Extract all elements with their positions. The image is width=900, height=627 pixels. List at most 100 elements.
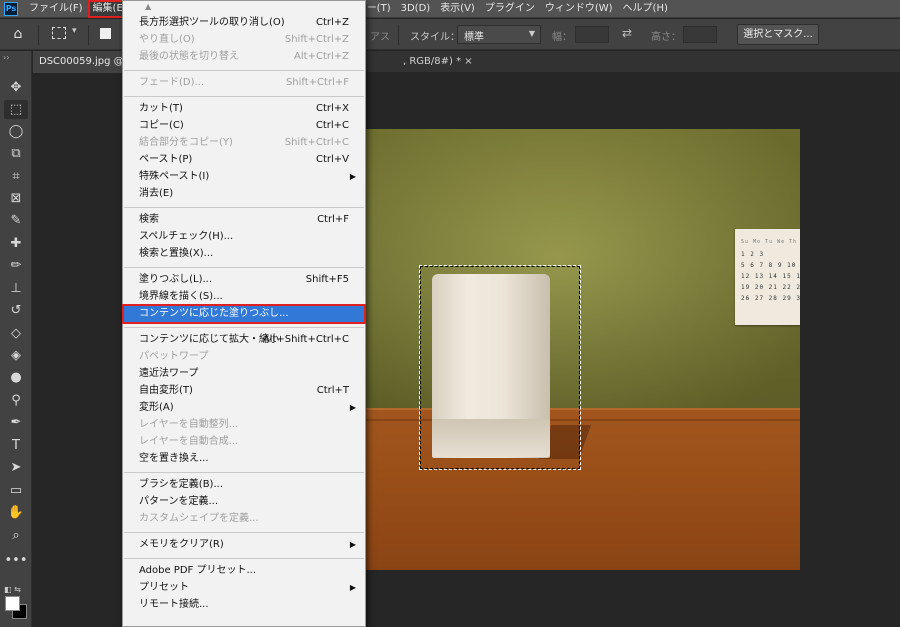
menu-item[interactable]: 空を置き換え... — [124, 451, 364, 467]
new-selection-icon[interactable] — [100, 28, 111, 39]
menu-item[interactable]: 消去(E) — [124, 186, 364, 202]
menu-item[interactable]: Adobe PDF プリセット... — [124, 563, 364, 579]
type-tool-icon[interactable]: T — [4, 436, 28, 455]
chevron-down-icon: ▼ — [528, 29, 535, 38]
menu-item[interactable]: 変形(A) ▶ — [124, 400, 364, 416]
blur-tool-icon[interactable]: ● — [4, 368, 28, 387]
dodge-tool-icon[interactable]: ⚲ — [4, 391, 28, 410]
menu-plugins[interactable]: プラグイン — [480, 0, 540, 18]
menu-item[interactable]: ペースト(P) Ctrl+V — [124, 152, 364, 168]
menu-item-shortcut: Shift+Ctrl+C — [284, 137, 349, 148]
menu-item: パペットワープ — [124, 349, 364, 365]
home-icon[interactable]: ⌂ — [8, 25, 28, 43]
menu-help[interactable]: ヘルプ(H) — [618, 0, 673, 18]
menu-item-shortcut: Shift+Ctrl+Z — [284, 34, 349, 45]
crop-tool-icon[interactable]: ⌗ — [4, 167, 28, 186]
calendar-row: 12 13 14 15 16 17 — [741, 273, 800, 280]
menu-item-label: 結合部分をコピー(Y) — [139, 137, 233, 148]
healing-brush-tool-icon[interactable]: ✚ — [4, 234, 28, 253]
rectangular-marquee-tool-icon[interactable]: ⬚ — [4, 100, 28, 119]
marquee-preset-icon[interactable] — [52, 27, 66, 39]
calendar-row: 5 6 7 8 9 10 — [741, 262, 797, 269]
menu-item[interactable]: プリセット ▶ — [124, 580, 364, 596]
menu-item-label: コンテンツに応じて拡大・縮小 — [139, 334, 279, 345]
menu-item: 最後の状態を切り替え Alt+Ctrl+Z — [124, 49, 364, 65]
rectangle-tool-icon[interactable]: ▭ — [4, 481, 28, 500]
edit-menu-dropdown: ▲ 長方形選択ツールの取り消し(O) Ctrl+Z やり直し(O) Shift+Ctr… — [122, 0, 366, 627]
menu-item-label: フェード(D)... — [139, 77, 205, 88]
menu-item[interactable]: 自由変形(T) Ctrl+T — [124, 383, 364, 399]
history-brush-tool-icon[interactable]: ↺ — [4, 301, 28, 320]
eyedropper-tool-icon[interactable]: ✎ — [4, 211, 28, 230]
move-tool-icon[interactable]: ✥ — [4, 78, 28, 97]
document-tab[interactable]: DSC00059.jpg @ — [33, 51, 123, 73]
menu-item[interactable]: コンテンツに応じた塗りつぶし... — [122, 304, 366, 324]
frame-tool-icon[interactable]: ⊠ — [4, 189, 28, 208]
swap-colors-icon[interactable]: ◧ ⇆ — [4, 585, 21, 594]
menu-item[interactable]: パターンを定義... — [124, 494, 364, 510]
foreground-color-swatch[interactable] — [5, 596, 20, 611]
menu-item[interactable]: 検索 Ctrl+F — [124, 212, 364, 228]
menu-item-label: 自由変形(T) — [139, 385, 193, 396]
zoom-tool-icon[interactable]: ⌕ — [4, 526, 28, 545]
menu-item-label: 特殊ペースト(I) — [139, 171, 210, 182]
wall-calendar: Su Mo Tu We Th Fr Sa 1 2 3 5 6 7 8 9 10 … — [735, 229, 800, 325]
menu-separator — [124, 70, 364, 71]
submenu-arrow-icon: ▶ — [349, 172, 356, 181]
menu-item[interactable]: カット(T) Ctrl+X — [124, 101, 364, 117]
menu-item-label: カット(T) — [139, 103, 183, 114]
menu-item-shortcut: Ctrl+X — [315, 103, 349, 114]
calendar-row: 26 27 28 29 30 31 — [741, 295, 800, 302]
height-input[interactable] — [683, 26, 717, 43]
menu-3d[interactable]: 3D(D) — [396, 0, 436, 18]
menu-item[interactable]: 遠近法ワープ — [124, 366, 364, 382]
document-image[interactable]: Su Mo Tu We Th Fr Sa 1 2 3 5 6 7 8 9 10 … — [360, 129, 800, 570]
lasso-tool-icon[interactable]: ◯ — [4, 122, 28, 141]
divider — [38, 25, 39, 45]
hand-tool-icon[interactable]: ✋ — [4, 503, 28, 522]
chevron-down-icon[interactable]: ▾ — [72, 26, 77, 36]
menu-item[interactable]: ブラシを定義(B)... — [124, 477, 364, 493]
submenu-arrow-icon: ▶ — [349, 583, 356, 592]
menu-view[interactable]: 表示(V) — [435, 0, 480, 18]
menu-item-shortcut: Ctrl+V — [315, 154, 349, 165]
menu-window[interactable]: ウィンドウ(W) — [540, 0, 618, 18]
menu-file[interactable]: ファイル(F) — [24, 0, 88, 18]
menu-item-label: 消去(E) — [139, 188, 174, 199]
paint-bucket-tool-icon[interactable]: ◈ — [4, 346, 28, 365]
brush-tool-icon[interactable]: ✏ — [4, 256, 28, 275]
style-select[interactable]: 標準 ▼ — [457, 25, 541, 44]
menu-item-label: メモリをクリア(R) — [139, 539, 224, 550]
menu-item[interactable]: リモート接続... — [124, 597, 364, 613]
menu-item-label: 検索 — [139, 214, 159, 225]
clone-stamp-tool-icon[interactable]: ⊥ — [4, 279, 28, 298]
swap-icon[interactable]: ⇄ — [622, 26, 632, 40]
menu-item[interactable]: 境界線を描く(S)... — [124, 289, 364, 305]
menu-item-label: 塗りつぶし(L)... — [139, 274, 213, 285]
menu-item[interactable]: 塗りつぶし(L)... Shift+F5 — [124, 272, 364, 288]
menu-item[interactable]: 長方形選択ツールの取り消し(O) Ctrl+Z — [124, 15, 364, 31]
scroll-up-icon[interactable]: ▲ — [145, 2, 151, 11]
width-input[interactable] — [575, 26, 609, 43]
menu-item[interactable]: コピー(C) Ctrl+C — [124, 118, 364, 134]
menu-item[interactable]: スペルチェック(H)... — [124, 229, 364, 245]
menu-item[interactable]: 検索と置換(X)... — [124, 246, 364, 262]
menu-item[interactable]: メモリをクリア(R) ▶ — [124, 537, 364, 553]
select-and-mask-button[interactable]: 選択とマスク... — [737, 24, 819, 45]
path-selection-tool-icon[interactable]: ➤ — [4, 458, 28, 477]
menu-item-shortcut: Alt+Ctrl+Z — [294, 51, 349, 62]
menu-item-label: 検索と置換(X)... — [139, 248, 214, 259]
marquee-selection[interactable] — [419, 265, 581, 470]
menu-type[interactable]: ー(T) — [362, 0, 396, 18]
panel-grip-icon[interactable]: ›› — [3, 53, 9, 62]
menu-item-shortcut: Ctrl+C — [315, 120, 349, 131]
more-tools-icon[interactable]: ••• — [4, 551, 28, 570]
object-selection-tool-icon[interactable]: ⧉ — [4, 144, 28, 163]
menu-separator — [124, 96, 364, 97]
eraser-tool-icon[interactable]: ◇ — [4, 324, 28, 343]
menu-item[interactable]: 特殊ペースト(I) ▶ — [124, 169, 364, 185]
menu-item-label: コピー(C) — [139, 120, 184, 131]
pen-tool-icon[interactable]: ✒ — [4, 413, 28, 432]
menu-item[interactable]: コンテンツに応じて拡大・縮小 Alt+Shift+Ctrl+C — [124, 332, 364, 348]
menu-separator — [124, 532, 364, 533]
